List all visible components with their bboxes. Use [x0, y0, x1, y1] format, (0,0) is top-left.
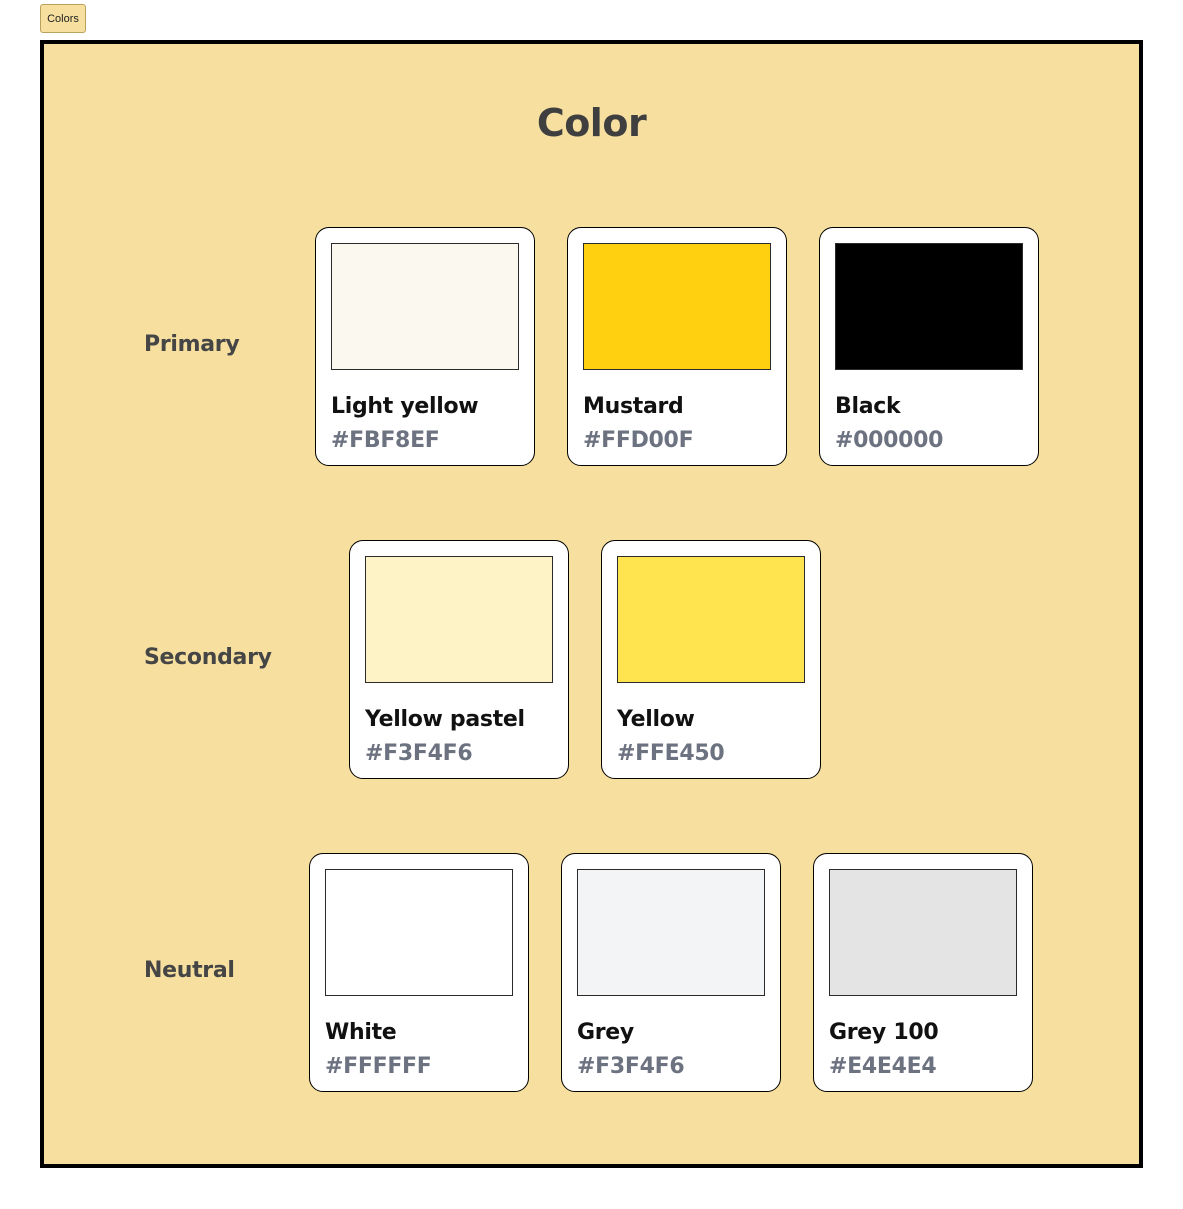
color-swatch	[577, 869, 765, 996]
color-card-black[interactable]: Black #000000	[819, 227, 1039, 466]
color-name: White	[325, 1020, 397, 1045]
color-swatch	[835, 243, 1023, 370]
group-label-neutral: Neutral	[144, 958, 235, 983]
frame-tab-label: Colors	[47, 12, 79, 25]
color-swatch	[829, 869, 1017, 996]
color-name: Yellow	[617, 707, 695, 732]
color-card-light-yellow[interactable]: Light yellow #FBF8EF	[315, 227, 535, 466]
color-name: Grey 100	[829, 1020, 939, 1045]
color-swatch	[365, 556, 553, 683]
color-hex: #F3F4F6	[365, 741, 473, 766]
color-name: Grey	[577, 1020, 634, 1045]
color-swatch	[325, 869, 513, 996]
color-hex: #E4E4E4	[829, 1054, 937, 1079]
color-card-white[interactable]: White #FFFFFF	[309, 853, 529, 1092]
color-card-yellow-pastel[interactable]: Yellow pastel #F3F4F6	[349, 540, 569, 779]
color-card-yellow[interactable]: Yellow #FFE450	[601, 540, 821, 779]
color-card-grey-100[interactable]: Grey 100 #E4E4E4	[813, 853, 1033, 1092]
color-swatch	[617, 556, 805, 683]
group-label-secondary: Secondary	[144, 645, 272, 670]
color-hex: #FFFFFF	[325, 1054, 432, 1079]
color-hex: #000000	[835, 428, 944, 453]
color-swatch	[583, 243, 771, 370]
board-title: Color	[536, 101, 647, 145]
color-name: Mustard	[583, 394, 684, 419]
frame-tab-colors[interactable]: Colors	[40, 4, 86, 33]
color-board: Color Primary Light yellow #FBF8EF Musta…	[40, 40, 1143, 1168]
color-name: Light yellow	[331, 394, 479, 419]
color-card-grey[interactable]: Grey #F3F4F6	[561, 853, 781, 1092]
color-card-mustard[interactable]: Mustard #FFD00F	[567, 227, 787, 466]
color-name: Black	[835, 394, 901, 419]
group-label-primary: Primary	[144, 332, 240, 357]
color-swatch	[331, 243, 519, 370]
color-hex: #FFD00F	[583, 428, 694, 453]
color-hex: #F3F4F6	[577, 1054, 685, 1079]
color-hex: #FBF8EF	[331, 428, 440, 453]
color-name: Yellow pastel	[365, 707, 525, 732]
color-hex: #FFE450	[617, 741, 725, 766]
